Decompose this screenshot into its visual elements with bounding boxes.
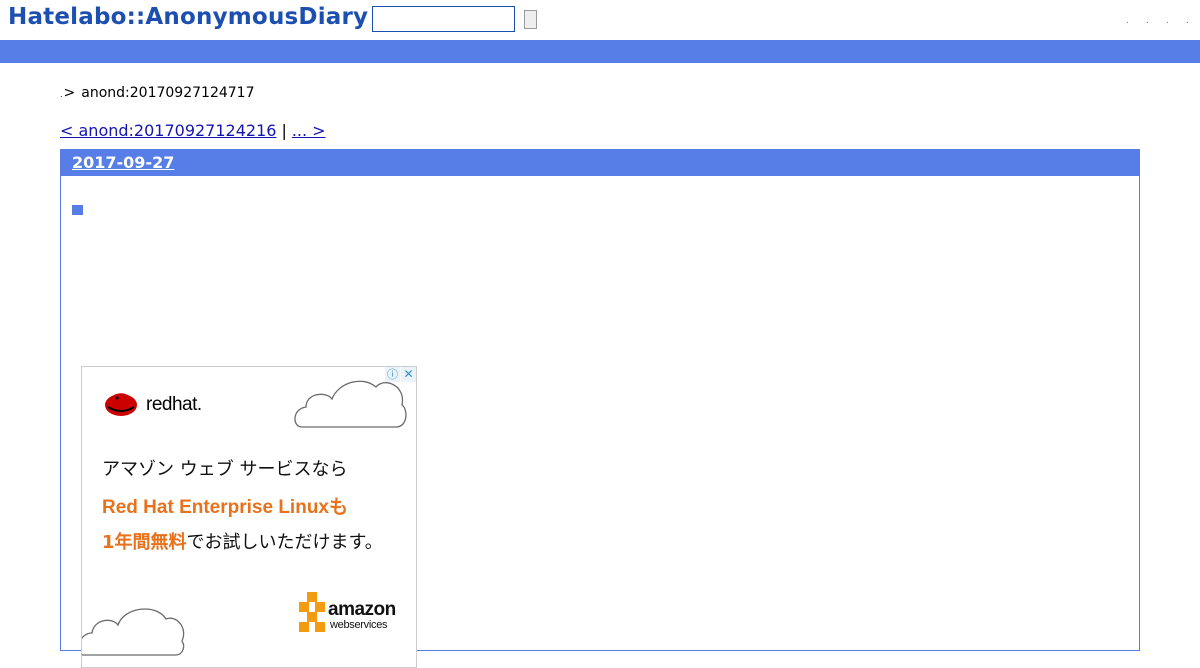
site-title-link[interactable]: Hatelabo::AnonymousDiary	[8, 4, 368, 30]
square-anchor-icon	[72, 205, 83, 215]
redhat-brand: redhat.	[146, 394, 202, 415]
breadcrumb-separator: >	[63, 85, 76, 101]
header-nav-link-3[interactable]: .	[1166, 17, 1169, 26]
prev-entry-link[interactable]: < anond:20170927124216	[60, 121, 276, 140]
header-nav-link-1[interactable]: .	[1126, 17, 1129, 26]
day-section: 2017-09-27 ⓘ ✕ redhat. アマゾン ウェブ サービスなら R…	[60, 149, 1140, 668]
next-entry-link[interactable]: ... >	[292, 121, 326, 140]
header-nav-link-2[interactable]: .	[1146, 17, 1149, 26]
day-header: 2017-09-27	[61, 150, 1139, 176]
ad-line-3: 1年間無料でお試しいただけます。	[102, 528, 383, 554]
header-bar	[0, 40, 1200, 63]
day-date-link[interactable]: 2017-09-27	[72, 153, 174, 172]
webservices-brand: webservices	[330, 619, 388, 631]
breadcrumb-current: anond:20170927124717	[81, 85, 255, 101]
amazon-brand: amazon	[328, 599, 396, 620]
pager: < anond:20170927124216 | ... >	[60, 121, 326, 140]
ad-line-3-rest: でお試しいただけます。	[186, 532, 383, 553]
ad-line-3-highlight: 1年間無料	[102, 532, 187, 553]
search-button[interactable]	[524, 10, 537, 29]
cloud-icon	[82, 608, 185, 656]
pager-divider: |	[281, 121, 287, 140]
header-nav-link-4[interactable]: .	[1186, 17, 1189, 26]
ad-info-icon[interactable]: ⓘ	[385, 367, 400, 382]
ad-line-2: Red Hat Enterprise Linuxも	[102, 497, 348, 518]
ad-close-icon[interactable]: ✕	[401, 367, 416, 382]
header: Hatelabo::AnonymousDiary . . . .	[0, 0, 1200, 40]
advertisement[interactable]: ⓘ ✕ redhat. アマゾン ウェブ サービスなら Red Hat Ente…	[81, 366, 417, 668]
aws-logo-icon	[299, 592, 325, 632]
breadcrumb: .> anond:20170927124717	[60, 85, 254, 101]
breadcrumb-home-link[interactable]: .	[60, 90, 63, 99]
ad-line-1: アマゾン ウェブ サービスなら	[102, 459, 348, 480]
entry-permalink[interactable]	[72, 202, 83, 218]
search-input[interactable]	[372, 6, 515, 32]
redhat-logo-icon	[105, 393, 137, 416]
